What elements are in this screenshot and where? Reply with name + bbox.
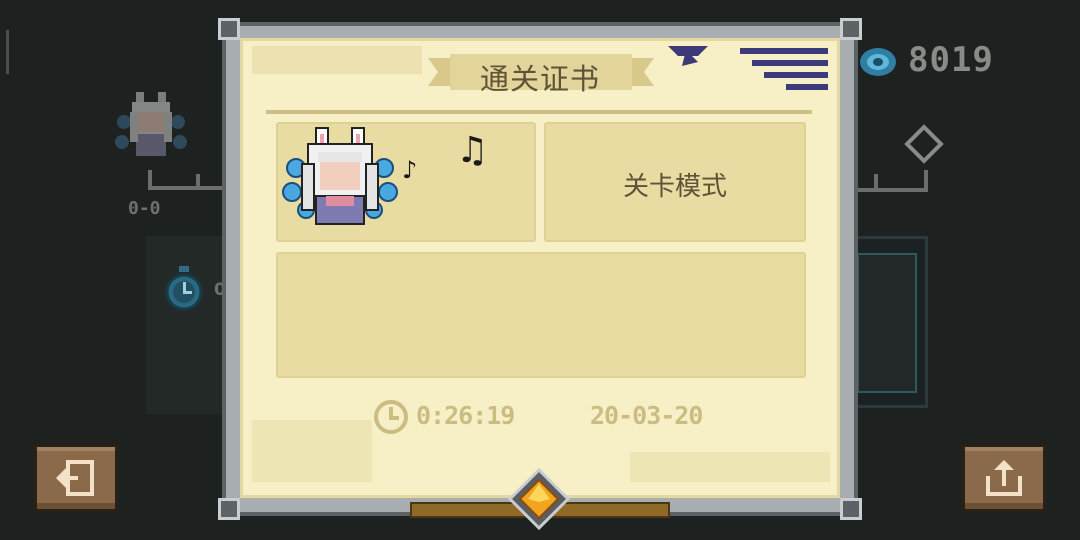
- share-icon: [986, 460, 1022, 496]
- mode-label: 关卡模式: [622, 172, 727, 202]
- stopwatch-icon: [165, 266, 203, 311]
- diamond-outline-icon: [904, 124, 944, 164]
- details-panel: [276, 252, 806, 378]
- blue-gem-icon: [860, 48, 896, 76]
- decor-pattern: [630, 452, 830, 482]
- title-divider: [266, 110, 812, 114]
- portal-preview: [846, 236, 928, 408]
- score-bracket-right: [852, 170, 928, 192]
- score-label: 0-0: [128, 198, 161, 219]
- character-portrait-icon: [282, 127, 398, 225]
- decor-pattern: [252, 46, 422, 74]
- orange-gem-icon: [508, 468, 570, 530]
- clock-icon: [374, 400, 408, 434]
- certificate-title: 通关证书: [479, 62, 600, 96]
- clear-time: 0:26:19: [416, 401, 515, 430]
- decor-pattern: [252, 420, 372, 482]
- share-button[interactable]: [962, 444, 1046, 512]
- exit-icon: [56, 460, 94, 496]
- gem-count: 8019: [908, 40, 994, 80]
- frame-corner: [840, 498, 862, 520]
- music-note-icon: ♪: [402, 156, 418, 184]
- score-bracket: [148, 170, 230, 190]
- scroll-edge: [6, 30, 9, 74]
- frame-corner: [840, 18, 862, 40]
- exit-button[interactable]: [34, 444, 118, 512]
- frame-corner: [218, 18, 240, 40]
- frame-corner: [218, 498, 240, 520]
- music-note-icon: ♫: [456, 130, 489, 171]
- player-avatar-icon: [115, 92, 187, 156]
- stamp-decoration-icon: [668, 46, 828, 90]
- clear-date: 20-03-20: [590, 401, 703, 430]
